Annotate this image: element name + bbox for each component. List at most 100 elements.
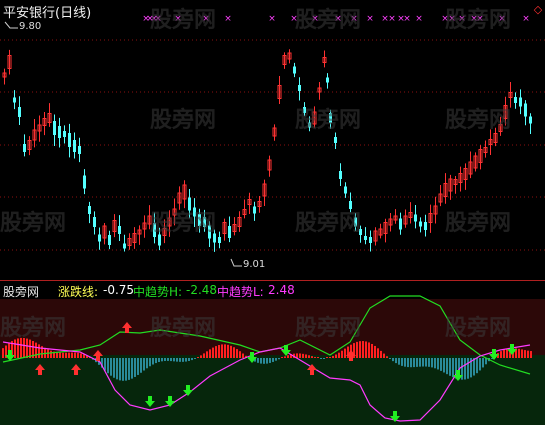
histogram-bar [113, 358, 115, 378]
histogram-bar [140, 358, 142, 373]
histogram-bar [356, 341, 358, 358]
histogram-bar [26, 338, 28, 358]
histogram-bar [266, 358, 268, 364]
candle-body [339, 171, 342, 179]
candle-body [349, 201, 352, 209]
signal-cross-icon: × [224, 14, 232, 24]
candle-body [188, 197, 191, 211]
histogram-bar [422, 358, 424, 367]
histogram-bar [425, 358, 427, 367]
stock-chart-window: × × × × × × × × × × × × × × × × × × × × × × × × × ◇ 股旁网 股旁网 股旁网 股… [0, 0, 545, 425]
histogram-bar [164, 358, 166, 361]
signal-cross-icon: × [334, 14, 342, 24]
histogram-bar [182, 358, 184, 362]
candle-body [98, 234, 101, 242]
histogram-bar [281, 357, 283, 358]
histogram-bar [377, 348, 379, 358]
candle-body [193, 207, 196, 217]
histogram-bar [446, 358, 448, 375]
candle-body [369, 237, 372, 243]
histogram-bar [440, 358, 442, 371]
histogram-bar [116, 358, 118, 380]
histogram-bar [416, 358, 418, 367]
histogram-bar [392, 358, 394, 362]
histogram-bar [395, 358, 397, 364]
histogram-bar [371, 343, 373, 358]
histogram-bar [518, 348, 520, 358]
candle-body [213, 233, 216, 243]
histogram-bar [131, 358, 133, 379]
histogram-bar [230, 345, 232, 358]
histogram-bar [278, 358, 280, 360]
histogram-bar [185, 358, 187, 362]
candle-body [424, 222, 427, 230]
chart-canvas[interactable]: ×××× × × × × × × × × × × × ×× × × × × ×× × ×◇ [0, 0, 545, 425]
histogram-bar [221, 344, 223, 358]
histogram-bar [308, 355, 310, 358]
histogram-bar [365, 341, 367, 358]
histogram-bar [401, 358, 403, 366]
signal-cross-icon: × [476, 14, 484, 24]
histogram-bar [335, 354, 337, 358]
candle-body [123, 243, 126, 249]
signal-cross-icon: × [498, 14, 506, 24]
signal-cross-icon: × [403, 14, 411, 24]
candle-body [308, 122, 311, 128]
chart-title: 平安银行(日线) [3, 6, 92, 21]
candle-body [419, 221, 422, 227]
histogram-bar [119, 358, 121, 381]
signal-cross-icon: × [366, 14, 374, 24]
histogram-bar [227, 344, 229, 358]
histogram-bar [380, 350, 382, 358]
trend-l-value: 2.48 [268, 283, 295, 297]
histogram-bar [359, 341, 361, 358]
signal-cross-icon: × [415, 14, 423, 24]
histogram-bar [155, 358, 157, 364]
low-marker-leader [230, 258, 242, 267]
candle-body [93, 217, 96, 227]
candle-body [344, 186, 347, 194]
histogram-bar [257, 358, 259, 363]
histogram-bar [275, 358, 277, 361]
candle-body [203, 217, 206, 227]
histogram-bar [134, 358, 136, 377]
histogram-bar [434, 358, 436, 369]
histogram-bar [338, 352, 340, 358]
zdx-value: -0.75 [103, 283, 135, 297]
histogram-bar [503, 349, 505, 358]
high-marker-leader [4, 21, 18, 29]
candle-body [68, 133, 71, 147]
histogram-bar [269, 358, 271, 363]
histogram-bar [410, 358, 412, 368]
trend-h-label: 中趋势H: [133, 285, 183, 299]
histogram-bar [128, 358, 130, 380]
histogram-bar [20, 337, 22, 358]
histogram-bar [476, 358, 478, 374]
histogram-bar [104, 358, 106, 371]
histogram-bar [407, 358, 409, 368]
histogram-bar [524, 350, 526, 358]
signal-cross-icon: × [202, 14, 210, 24]
histogram-bar [341, 350, 343, 358]
candle-body [524, 103, 527, 117]
trend-h-value: -2.48 [186, 283, 218, 297]
indicator-bg-upper [0, 299, 545, 355]
trend-l-label: 中趋势L: [217, 285, 264, 299]
histogram-bar [383, 353, 385, 358]
histogram-bar [2, 348, 4, 358]
histogram-bar [482, 358, 484, 368]
histogram-bar [287, 355, 289, 358]
histogram-bar [374, 345, 376, 358]
candle-body [253, 206, 256, 214]
histogram-bar [362, 341, 364, 358]
candle-body [118, 226, 121, 234]
histogram-bar [35, 342, 37, 358]
high-price-marker: 9.80 [19, 21, 42, 32]
histogram-bar [305, 354, 307, 358]
histogram-bar [506, 348, 508, 358]
histogram-bar [449, 358, 451, 376]
histogram-bar [77, 352, 79, 358]
histogram-bar [521, 349, 523, 358]
histogram-bar [236, 349, 238, 358]
histogram-bar [71, 352, 73, 358]
